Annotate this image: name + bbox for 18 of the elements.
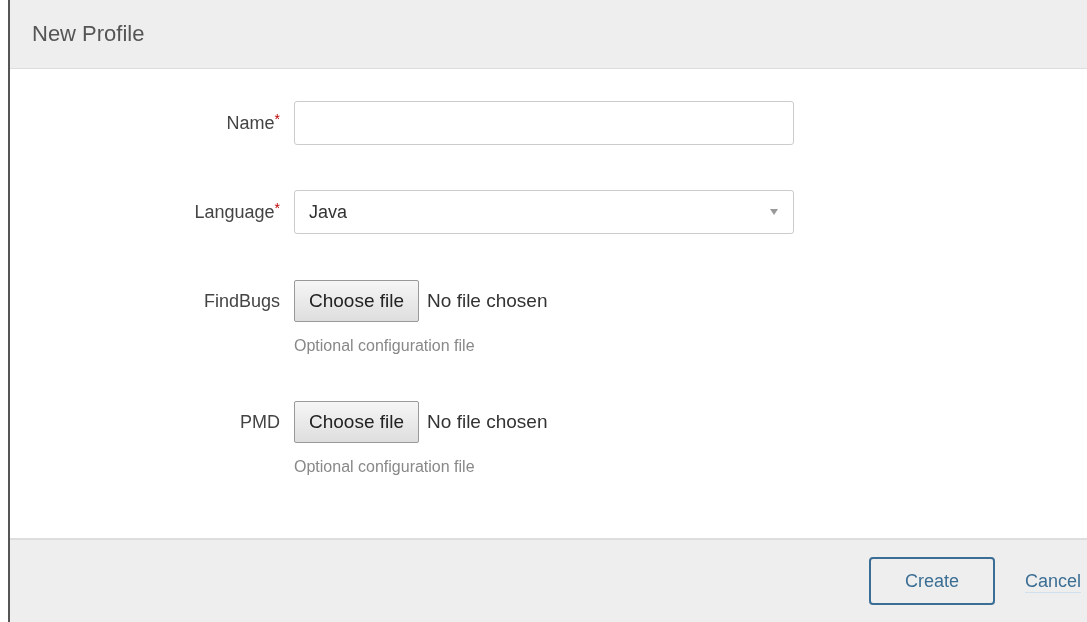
- name-field[interactable]: [294, 101, 794, 145]
- field-label: PMD: [240, 412, 280, 432]
- file-status: No file chosen: [427, 411, 548, 433]
- field-label: Name: [226, 113, 275, 133]
- required-mark: *: [274, 200, 280, 216]
- field-label: Language: [194, 202, 275, 222]
- choose-file-button[interactable]: Choose file: [294, 280, 420, 322]
- required-mark: *: [274, 111, 280, 127]
- help-text: Optional configuration file: [294, 337, 476, 355]
- create-button[interactable]: Create: [868, 557, 995, 605]
- caret-icon: [769, 208, 779, 216]
- choose-file-button[interactable]: Choose file: [294, 401, 420, 443]
- field-label: FindBugs: [203, 291, 280, 311]
- cancel-link[interactable]: Cancel: [1024, 570, 1081, 592]
- dialog-title: New Profile: [32, 21, 145, 47]
- file-status: No file chosen: [427, 290, 548, 312]
- help-text: Optional configuration file: [294, 458, 476, 476]
- language-select[interactable]: Java: [294, 190, 794, 234]
